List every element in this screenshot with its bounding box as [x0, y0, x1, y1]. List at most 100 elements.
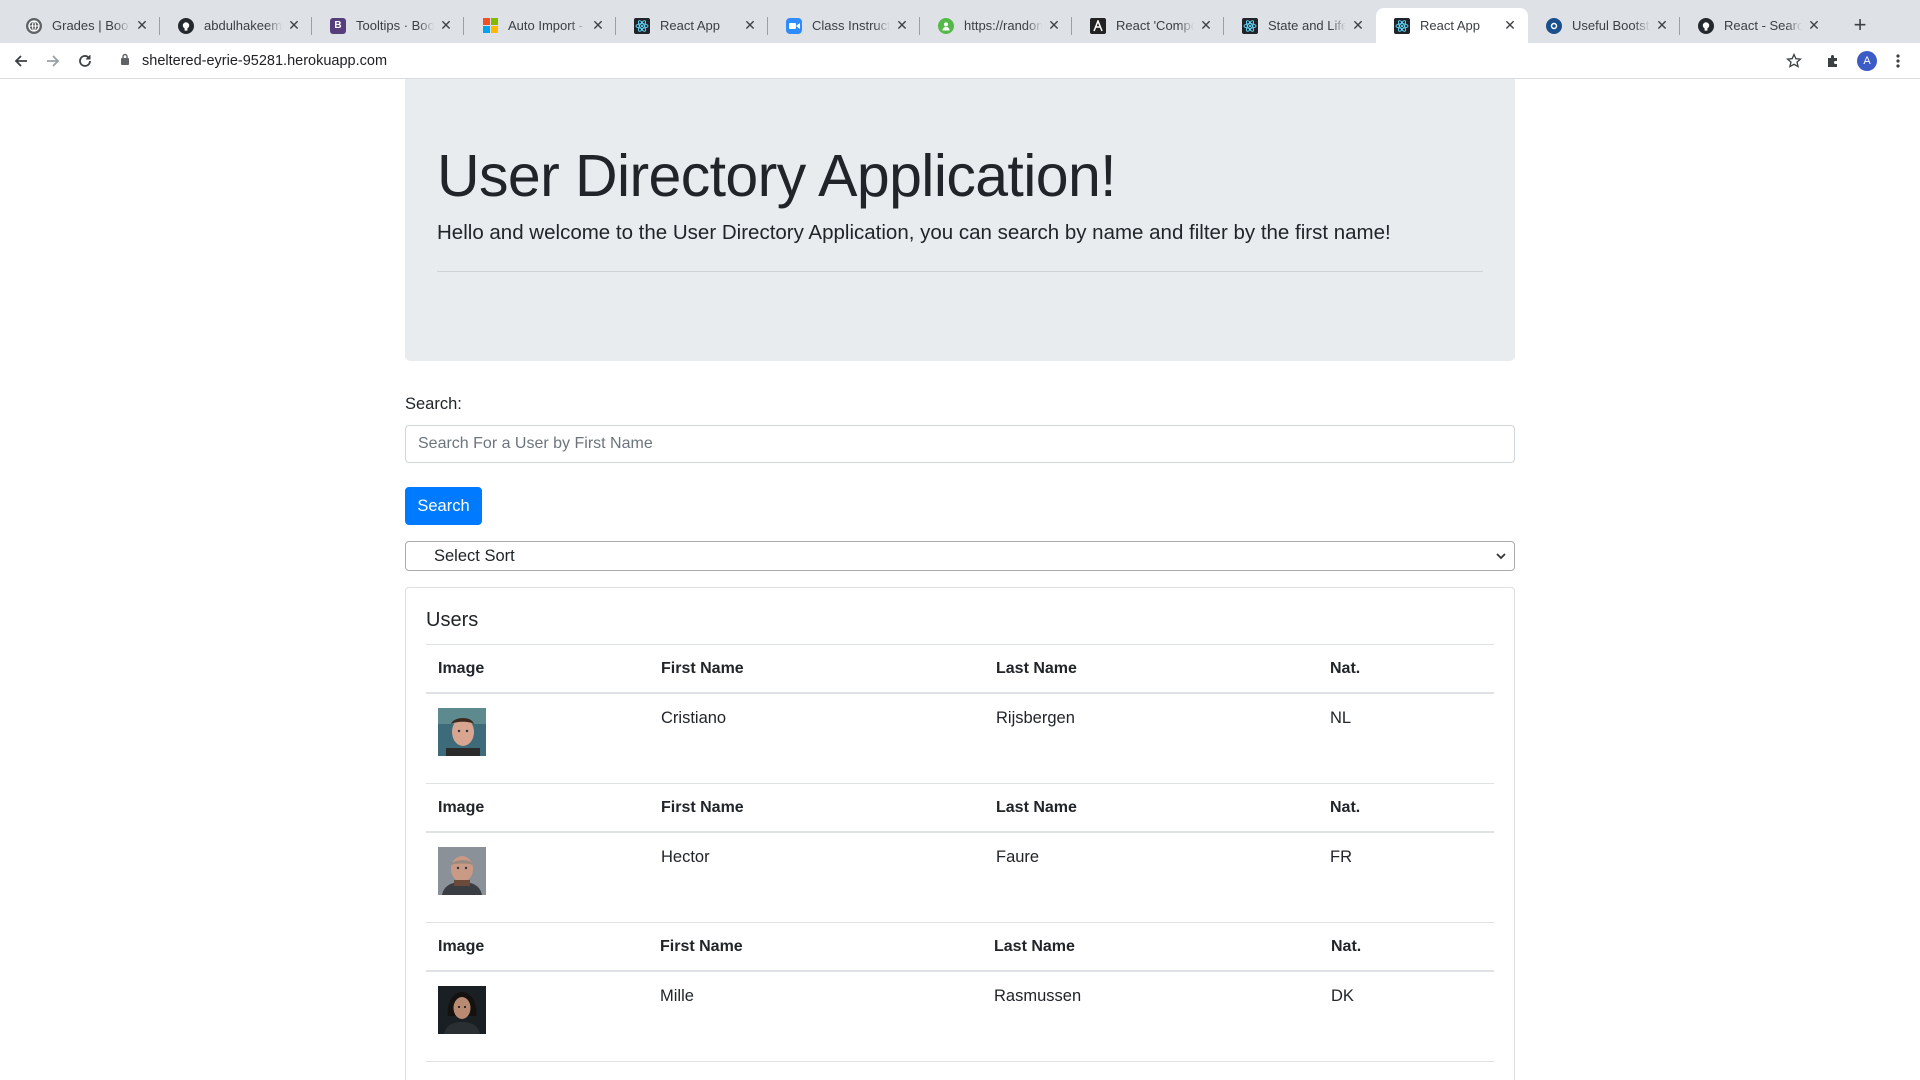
- table-row: Cristiano Rijsbergen NL: [426, 694, 1494, 782]
- column-header-nat: Nat.: [1331, 938, 1362, 955]
- browser-tab[interactable]: React App ✕: [616, 8, 768, 43]
- browser-tab[interactable]: React 'Components' ✕: [1072, 8, 1224, 43]
- extensions-puzzle-icon[interactable]: [1819, 47, 1847, 75]
- microsoft-icon: [482, 18, 498, 34]
- github-icon: [178, 17, 194, 34]
- browser-tab[interactable]: State and Lifecycle ✕: [1224, 8, 1376, 43]
- page-title: User Directory Application!: [437, 143, 1117, 209]
- tab-title: React App: [1420, 18, 1480, 33]
- column-header-nat: Nat.: [1330, 660, 1361, 677]
- tab-title: Grades | Bootcamp: [52, 18, 130, 33]
- new-tab-button[interactable]: +: [1846, 12, 1874, 40]
- jumbotron: User Directory Application! Hello and we…: [405, 79, 1515, 361]
- bookmark-star-icon[interactable]: [1780, 47, 1808, 75]
- user-avatar: [438, 986, 486, 1034]
- browser-menu-icon[interactable]: [1884, 47, 1912, 75]
- user-avatar: [438, 847, 486, 895]
- close-tab-icon[interactable]: ✕: [1350, 17, 1366, 34]
- close-tab-icon[interactable]: ✕: [1806, 17, 1822, 34]
- close-tab-icon[interactable]: ✕: [134, 17, 150, 34]
- circle-logo-icon: [1546, 17, 1562, 34]
- table-row: Hector Faure FR: [426, 833, 1494, 921]
- profile-avatar[interactable]: A: [1853, 47, 1881, 75]
- zoom-icon: [786, 17, 802, 34]
- search-button[interactable]: Search: [405, 487, 482, 525]
- url-text: sheltered-eyrie-95281.herokuapp.com: [142, 53, 388, 69]
- back-icon[interactable]: [7, 47, 35, 75]
- react-icon: [1242, 17, 1258, 34]
- reload-icon[interactable]: [71, 47, 99, 75]
- search-label: Search:: [405, 395, 462, 413]
- column-header-image: Image: [438, 799, 485, 816]
- tab-title: React 'Components': [1116, 18, 1194, 33]
- users-card: Users Image First Name Last Name Nat. Cr…: [405, 587, 1515, 1080]
- user-avatar: [438, 708, 486, 756]
- tab-title: Auto Import - Extension: [508, 18, 586, 33]
- column-header-first-name: First Name: [661, 660, 744, 677]
- forward-icon[interactable]: [39, 47, 67, 75]
- browser-tab[interactable]: https://randomuser.me ✕: [920, 8, 1072, 43]
- address-bar[interactable]: sheltered-eyrie-95281.herokuapp.com: [110, 46, 1790, 76]
- lock-icon: [120, 53, 130, 69]
- close-tab-icon[interactable]: ✕: [1046, 17, 1062, 34]
- globe-icon: [26, 17, 42, 34]
- user-first-name: Hector: [661, 848, 710, 866]
- user-nationality: NL: [1330, 709, 1352, 727]
- close-tab-icon[interactable]: ✕: [742, 17, 758, 34]
- table-header-row: Image First Name Last Name Nat.: [426, 644, 1494, 694]
- user-nationality: DK: [1331, 987, 1354, 1005]
- column-header-image: Image: [438, 938, 485, 955]
- table-row: Mille Rasmussen DK: [426, 972, 1494, 1060]
- user-nationality: FR: [1330, 848, 1352, 866]
- browser-tab[interactable]: Useful Bootstrap ✕: [1528, 8, 1680, 43]
- randomuser-icon: [938, 17, 954, 34]
- a-icon: [1090, 17, 1106, 34]
- tab-title: Useful Bootstrap: [1572, 18, 1650, 33]
- close-tab-icon[interactable]: ✕: [1198, 17, 1214, 34]
- tab-title: State and Lifecycle: [1268, 18, 1346, 33]
- user-last-name: Faure: [996, 848, 1040, 866]
- close-tab-icon[interactable]: ✕: [894, 17, 910, 34]
- browser-tab[interactable]: B Tooltips · Bootstrap ✕: [312, 8, 464, 43]
- column-header-first-name: First Name: [660, 938, 743, 955]
- browser-tab-active[interactable]: React App ✕: [1376, 8, 1528, 43]
- github-icon: [1698, 17, 1714, 34]
- page-viewport: User Directory Application! Hello and we…: [0, 79, 1920, 1080]
- table-header-row: Image First Name Last Name Nat.: [426, 783, 1494, 833]
- column-header-first-name: First Name: [661, 799, 744, 816]
- users-card-title: Users: [426, 609, 479, 631]
- sort-select[interactable]: Select Sort: [405, 541, 1515, 571]
- react-icon: [1394, 17, 1410, 34]
- tab-title: React - Searching: [1724, 18, 1802, 33]
- browser-tab[interactable]: abdulhakeemdev ✕: [160, 8, 312, 43]
- browser-tab[interactable]: React - Searching ✕: [1680, 8, 1832, 43]
- tab-title: Tooltips · Bootstrap: [356, 18, 434, 33]
- tab-title: abdulhakeemdev: [204, 18, 282, 33]
- browser-tab[interactable]: Class Instructor ✕: [768, 8, 920, 43]
- bootstrap-icon: B: [330, 17, 346, 34]
- close-tab-icon[interactable]: ✕: [286, 17, 302, 34]
- column-header-last-name: Last Name: [996, 660, 1077, 677]
- search-input[interactable]: [405, 425, 1515, 463]
- close-tab-icon[interactable]: ✕: [1502, 17, 1518, 34]
- close-tab-icon[interactable]: ✕: [438, 17, 454, 34]
- user-first-name: Cristiano: [661, 709, 727, 727]
- column-header-last-name: Last Name: [996, 799, 1077, 816]
- table-row-divider: [426, 1061, 1494, 1062]
- chevron-down-icon: [1494, 549, 1508, 568]
- tab-title: React App: [660, 18, 720, 33]
- tab-title: Class Instructor: [812, 18, 890, 33]
- react-icon: [634, 17, 650, 34]
- browser-tab[interactable]: Auto Import - Extension ✕: [464, 8, 616, 43]
- sort-select-value: Select Sort: [434, 546, 515, 565]
- tab-title: https://randomuser.me: [964, 18, 1042, 33]
- browser-tab[interactable]: Grades | Bootcamp ✕: [8, 8, 160, 43]
- user-last-name: Rasmussen: [994, 987, 1082, 1005]
- divider: [437, 271, 1483, 272]
- lead-text: Hello and welcome to the User Directory …: [437, 221, 1391, 244]
- browser-tab-strip: Grades | Bootcamp ✕ abdulhakeemdev ✕ B T…: [0, 0, 1920, 43]
- close-tab-icon[interactable]: ✕: [590, 17, 606, 34]
- browser-toolbar: sheltered-eyrie-95281.herokuapp.com A: [0, 43, 1920, 79]
- close-tab-icon[interactable]: ✕: [1654, 17, 1670, 34]
- user-first-name: Mille: [660, 987, 694, 1005]
